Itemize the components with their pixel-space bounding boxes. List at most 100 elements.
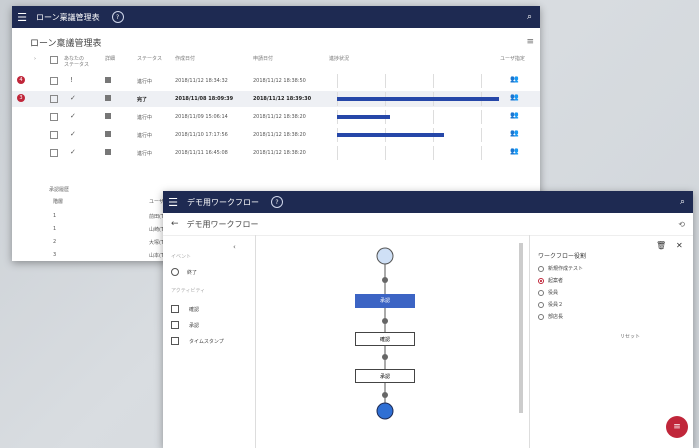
table-row[interactable]: 3 ✓ 完了 2018/11/08 18:09:39 2018/11/12 18:39:… (12, 91, 540, 107)
radio-icon[interactable] (538, 301, 544, 308)
col-my-status[interactable]: あなたの ステータス (64, 56, 89, 68)
applied-date: 2018/11/12 18:38:20 (253, 132, 306, 138)
progress-gridline (337, 74, 338, 88)
users-icon[interactable]: 👥 (510, 147, 519, 155)
table-row[interactable]: ✓ 進行中 2018/11/09 15:06:14 2018/11/12 18:38:… (12, 109, 540, 125)
row-checkbox[interactable] (50, 113, 58, 121)
progress-gridline (481, 146, 482, 160)
connector-icon[interactable] (382, 392, 388, 398)
status-text: 進行中 (137, 151, 153, 157)
palette-end-event[interactable]: 終了 (171, 268, 197, 276)
search-icon[interactable]: ⌕ (527, 12, 532, 22)
history-user: 前田(T (149, 214, 165, 220)
role-option[interactable]: 役員２ (538, 301, 563, 308)
radio-icon[interactable] (538, 313, 544, 320)
canvas-scrollbar[interactable] (519, 243, 523, 413)
status-text: 完了 (137, 97, 148, 103)
progress-bar (337, 133, 444, 137)
search-icon[interactable]: ⌕ (680, 197, 685, 207)
fab-menu-button[interactable]: ≡ (666, 416, 688, 438)
col-progress[interactable]: 進捗状況 (329, 56, 349, 62)
role-option-label: 起案者 (548, 278, 564, 284)
palette-activity-timestamp[interactable]: タイムスタンプ (171, 337, 224, 345)
back-arrow-icon[interactable]: ← (171, 219, 179, 229)
col-status[interactable]: ステータス (137, 56, 162, 62)
history-col-level: 階層 (53, 199, 64, 205)
reset-button[interactable]: リセット (620, 333, 640, 340)
workflow-node-approve-selected[interactable]: 承認 (355, 294, 415, 308)
workflow-node-check[interactable]: 確認 (355, 332, 415, 346)
start-node[interactable] (376, 247, 394, 265)
notification-badge: 3 (17, 94, 25, 102)
radio-icon[interactable] (538, 289, 544, 296)
check-icon: ✓ (70, 112, 76, 120)
col-applied[interactable]: 申請日付 (253, 56, 273, 62)
history-level: 1 (53, 226, 57, 232)
workflow-window: ☰ デモ用ワークフロー ? ⌕ ← デモ用ワークフロー ⟲ イベント 終了 アク… (163, 191, 693, 448)
row-checkbox[interactable] (50, 131, 58, 139)
top-app-bar: ☰ ローン稟議管理表 ? ⌕ (12, 6, 540, 28)
row-checkbox[interactable] (50, 95, 58, 103)
detail-icon[interactable] (105, 149, 111, 155)
delete-icon[interactable]: 🗑 (656, 241, 666, 250)
row-checkbox[interactable] (50, 77, 58, 85)
role-option[interactable]: 役員 (538, 289, 558, 296)
workflow-canvas[interactable]: 承認 確認 承認 (255, 235, 518, 448)
top-app-bar: ☰ デモ用ワークフロー ? ⌕ (163, 191, 693, 213)
row-checkbox[interactable] (50, 149, 58, 157)
detail-icon[interactable] (105, 131, 111, 137)
role-option-label: 部店長 (548, 314, 564, 320)
palette-item-label: 承認 (189, 322, 200, 329)
detail-icon[interactable] (105, 95, 111, 101)
role-panel: 🗑 ✕ ワークフロー役割 新規作成テスト起案者役員役員２ 部店長 リセット (529, 235, 693, 448)
status-text: 進行中 (137, 133, 153, 139)
history-icon[interactable]: ⟲ (678, 220, 685, 229)
users-icon[interactable]: 👥 (510, 111, 519, 119)
workflow-node-approve[interactable]: 承認 (355, 369, 415, 383)
users-icon[interactable]: 👥 (510, 93, 519, 101)
connector-icon[interactable] (382, 354, 388, 360)
role-option[interactable]: 起案者 (538, 277, 563, 284)
close-icon[interactable]: ✕ (676, 241, 683, 250)
filter-icon[interactable]: ≡ (526, 37, 534, 47)
page-title: デモ用ワークフロー (186, 219, 259, 229)
progress-gridline (481, 110, 482, 124)
history-level: 1 (53, 213, 57, 219)
role-option[interactable]: 部店長 (538, 313, 563, 320)
menu-icon[interactable]: ☰ (12, 11, 32, 24)
connector-icon[interactable] (382, 277, 388, 283)
menu-icon[interactable]: ☰ (163, 196, 183, 209)
col-detail[interactable]: 詳細 (105, 56, 115, 62)
palette-activity-check[interactable]: 確認 (171, 305, 199, 313)
users-icon[interactable]: 👥 (510, 75, 519, 83)
users-icon[interactable]: 👥 (510, 129, 519, 137)
progress-gridline (433, 146, 434, 160)
table-row[interactable]: 4! 進行中 2018/11/12 18:34:32 2018/11/12 18:38… (12, 73, 540, 89)
col-created[interactable]: 作成日付 (175, 56, 195, 62)
help-icon[interactable]: ? (111, 11, 124, 23)
help-icon[interactable]: ? (271, 196, 283, 208)
progress-gridline (481, 128, 482, 142)
select-all-checkbox[interactable] (50, 56, 58, 64)
table-row[interactable]: ✓ 進行中 2018/11/10 17:17:56 2018/11/12 18:38:… (12, 127, 540, 143)
col-user-assign[interactable]: ユーザ指定 (500, 56, 525, 62)
detail-icon[interactable] (105, 77, 111, 83)
created-date: 2018/11/09 15:06:14 (175, 114, 228, 120)
history-label: 承認履歴 (49, 187, 70, 193)
progress-gridline (481, 74, 482, 88)
palette-activity-approve[interactable]: 承認 (171, 321, 199, 329)
history-user: 大塚(T (149, 240, 165, 246)
radio-icon[interactable] (538, 277, 544, 284)
role-panel-title: ワークフロー役割 (538, 253, 587, 260)
expand-all-icon[interactable]: › (34, 56, 36, 62)
end-node[interactable] (376, 402, 394, 420)
table-row[interactable]: ✓ 進行中 2018/11/11 16:45:08 2018/11/12 18:38:… (12, 145, 540, 161)
collapse-panel-icon[interactable]: ‹ (233, 243, 236, 251)
role-option-label: 役員２ (548, 302, 564, 308)
detail-icon[interactable] (105, 113, 111, 119)
progress-gridline (433, 74, 434, 88)
radio-icon[interactable] (538, 265, 544, 272)
role-option[interactable]: 新規作成テスト (538, 265, 583, 272)
connector-icon[interactable] (382, 318, 388, 324)
applied-date: 2018/11/12 18:38:50 (253, 78, 306, 84)
